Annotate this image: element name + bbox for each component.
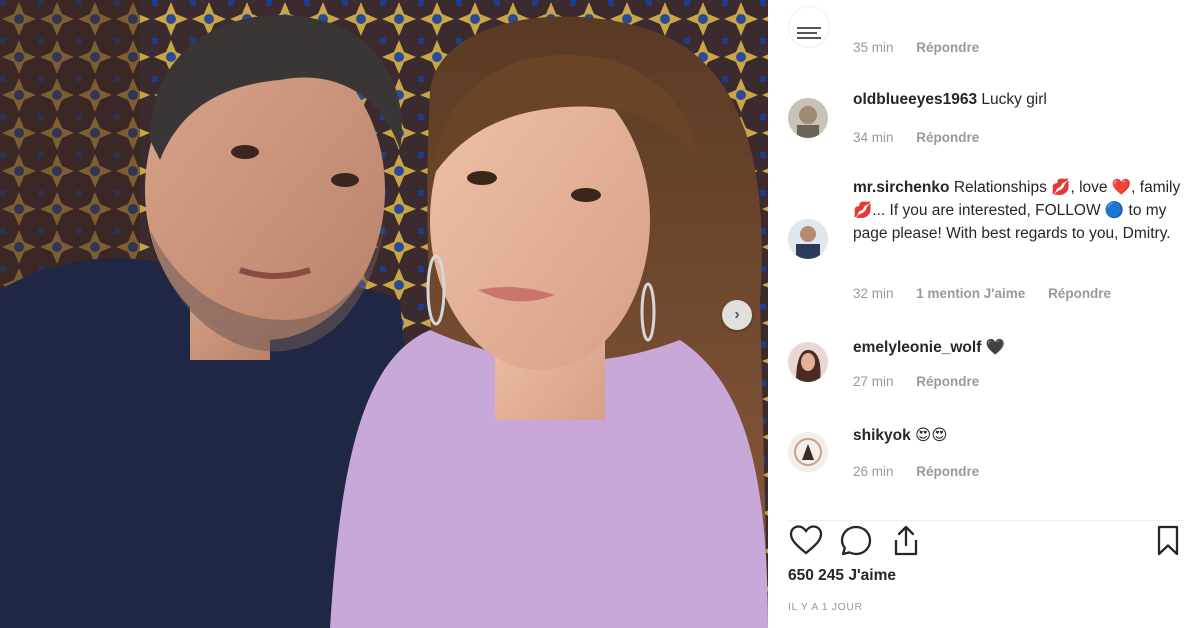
kiss-emoji: 💋 [853, 202, 873, 219]
comment-likes-link[interactable]: 1 mention J'aime [916, 286, 1025, 301]
comment-time: 32 min [853, 286, 894, 301]
comment-body: shikyok 😍😍 [853, 424, 1183, 447]
heart-outline-icon [789, 525, 823, 555]
reply-link[interactable]: Répondre [916, 464, 979, 479]
comment-text: Lucky girl [981, 91, 1047, 108]
comment-body: oldblueeyes1963 Lucky girl [853, 88, 1183, 111]
comment-item: emelyleonie_wolf 🖤 27 min Répondre [788, 336, 1183, 406]
comment-meta: 32 min 1 mention J'aime Répondre [853, 286, 1130, 301]
avatar-photo [788, 432, 828, 472]
share-icon [894, 525, 918, 556]
comment-item: 35 min Répondre [788, 0, 1183, 66]
avatar[interactable] [788, 219, 828, 259]
bookmark-icon [1157, 525, 1179, 556]
avatar-photo [788, 219, 828, 259]
reply-link[interactable]: Répondre [916, 130, 979, 145]
avatar[interactable] [788, 432, 828, 472]
comment-time: 35 min [853, 40, 894, 55]
comment-username[interactable]: emelyleonie_wolf [853, 339, 981, 356]
save-button[interactable] [1150, 523, 1186, 559]
comments-panel: 35 min Répondre oldblueeyes1963 Lucky gi… [768, 0, 1196, 628]
post-timestamp: IL Y A 1 JOUR [788, 601, 863, 613]
photo-illustration [0, 0, 768, 628]
avatar-photo [788, 98, 828, 138]
comment-body: emelyleonie_wolf 🖤 [853, 336, 1183, 359]
share-button[interactable] [888, 523, 924, 559]
reply-link[interactable]: Répondre [916, 374, 979, 389]
comment-meta: 34 min Répondre [853, 130, 998, 145]
speech-bubble-icon [840, 525, 872, 556]
like-button[interactable] [788, 523, 824, 559]
comment-time: 26 min [853, 464, 894, 479]
blue-circle-emoji: 🔵 [1104, 202, 1125, 219]
reply-link[interactable]: Répondre [1048, 286, 1111, 301]
avatar-logo-icon [797, 27, 821, 39]
post-action-bar [788, 520, 1183, 561]
post-photo[interactable]: › [0, 0, 768, 628]
red-heart-emoji: ❤️ [1111, 179, 1132, 196]
comment-item: oldblueeyes1963 Lucky girl 34 min Répond… [788, 88, 1183, 158]
avatar[interactable] [788, 342, 828, 382]
comment-item: mr.sirchenko Relationships 💋, love ❤️, f… [788, 176, 1183, 306]
kiss-emoji: 💋 [1051, 179, 1071, 196]
avatar[interactable] [788, 6, 830, 48]
comment-meta: 27 min Répondre [853, 374, 998, 389]
reply-link[interactable]: Répondre [916, 40, 979, 55]
avatar-photo [788, 342, 828, 382]
comment-button[interactable] [838, 523, 874, 559]
comment-username[interactable]: mr.sirchenko [853, 179, 950, 196]
carousel-next-button[interactable]: › [722, 300, 752, 330]
avatar[interactable] [788, 98, 828, 138]
comment-username[interactable]: shikyok [853, 427, 911, 444]
likes-count[interactable]: 650 245 J'aime [788, 567, 896, 585]
chevron-right-icon: › [734, 306, 740, 323]
black-heart-emoji: 🖤 [985, 339, 1005, 356]
comment-item: shikyok 😍😍 26 min Répondre [788, 424, 1183, 494]
comment-body: mr.sirchenko Relationships 💋, love ❤️, f… [853, 176, 1183, 245]
comment-meta: 35 min Répondre [853, 40, 998, 55]
comment-meta: 26 min Répondre [853, 464, 998, 479]
comment-time: 34 min [853, 130, 894, 145]
comment-time: 27 min [853, 374, 894, 389]
comment-username[interactable]: oldblueeyes1963 [853, 91, 977, 108]
heart-eyes-emoji: 😍😍 [915, 427, 948, 444]
